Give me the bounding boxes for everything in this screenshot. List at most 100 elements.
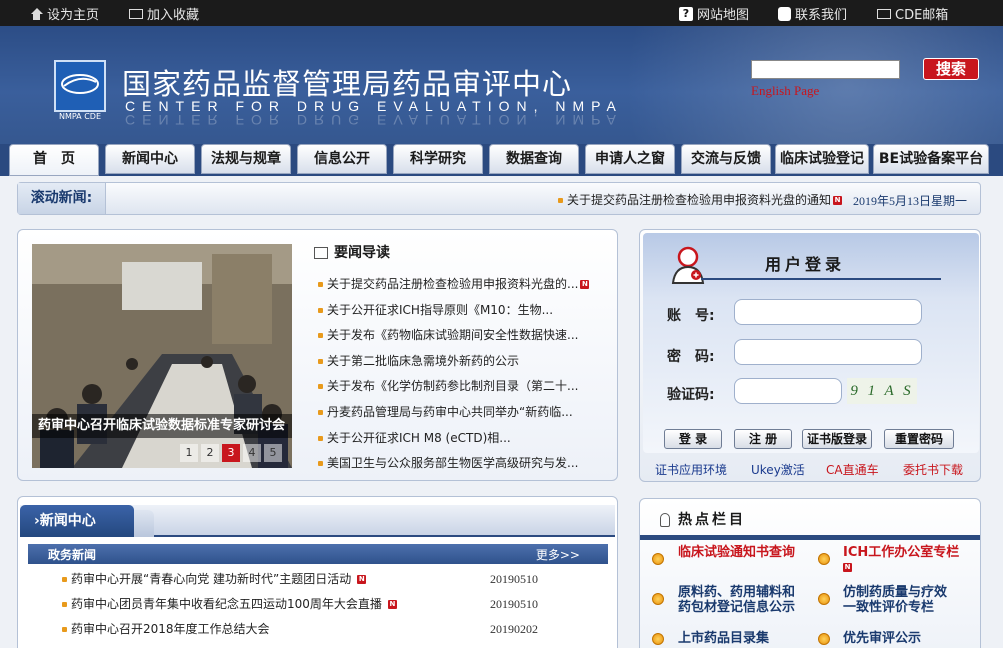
ukey-activate-link[interactable]: Ukey激活	[751, 461, 805, 478]
list-item[interactable]: 关于发布《化学仿制药参比制剂目录（第二十...	[318, 374, 608, 400]
list-item[interactable]: 关于公开征求ICH M8 (eCTD)相...	[318, 426, 608, 452]
coin-icon	[652, 553, 664, 565]
new-badge-icon: N	[843, 563, 852, 572]
nav-tab-regulations[interactable]: 法规与规章	[201, 144, 291, 174]
new-badge-icon: N	[357, 575, 367, 584]
nav-tab-feedback[interactable]: 交流与反馈	[681, 144, 771, 174]
nav-tab-info-disclosure[interactable]: 信息公开	[297, 144, 387, 174]
home-icon	[30, 7, 43, 20]
bullet-icon	[318, 333, 323, 339]
proxy-download-link[interactable]: 委托书下载	[903, 461, 963, 478]
captcha-image[interactable]: 9 1 A S	[847, 378, 917, 404]
coin-icon	[818, 593, 830, 605]
table-row[interactable]: 药审中心开展“青春心向党 建功新时代”主题团日活动 N 20190510	[62, 567, 542, 592]
api-registration-link[interactable]: 原料药、药用辅料和药包材登记信息公示	[678, 585, 804, 615]
bullet-icon	[318, 384, 323, 390]
nav-tab-clinical-trial[interactable]: 临床试验登记	[775, 144, 869, 174]
set-home-link[interactable]: 设为主页	[30, 4, 99, 23]
mail-icon	[877, 8, 891, 19]
envelope-icon	[129, 8, 143, 19]
headline-list: 关于提交药品注册检查检验用申报资料光盘的... N 关于公开征求ICH指导原则《M…	[318, 272, 608, 477]
login-divider	[701, 278, 941, 280]
picture-icon	[314, 247, 328, 259]
search-button[interactable]: 搜索	[923, 58, 979, 80]
cert-env-link[interactable]: 证书应用环境	[655, 461, 727, 478]
top-bar: 设为主页 加入收藏 ? 网站地图 联系我们 CDE邮箱	[0, 0, 1003, 26]
bullet-icon	[62, 627, 67, 632]
listed-drugs-catalog-link[interactable]: 上市药品目录集	[678, 631, 769, 646]
phone-icon	[778, 6, 791, 21]
account-label: 账 号:	[667, 308, 715, 324]
carousel-page-5[interactable]: 5	[264, 444, 282, 462]
reset-password-button[interactable]: 重置密码	[884, 429, 954, 449]
logo-caption: NMPA CDE	[58, 112, 101, 121]
news-center-panel: ›新闻中心 政务新闻 更多>> 药审中心开展“青春心向党 建功新时代”主题团日活…	[17, 496, 618, 648]
more-link[interactable]: 更多>>	[536, 546, 580, 563]
main-nav: 首 页 新闻中心 法规与规章 信息公开 科学研究 数据查询 申请人之窗 交流与反…	[0, 144, 1003, 176]
nav-tab-applicant[interactable]: 申请人之窗	[585, 144, 675, 174]
certificate-login-button[interactable]: 证书版登录	[802, 429, 872, 449]
photo-caption[interactable]: 药审中心召开临床试验数据标准专家研讨会	[32, 414, 292, 438]
register-button[interactable]: 注 册	[734, 429, 792, 449]
english-page-link[interactable]: English Page	[751, 83, 819, 99]
bullet-icon	[318, 358, 323, 364]
list-item[interactable]: 关于提交药品注册检查检验用申报资料光盘的... N	[318, 272, 608, 298]
list-item[interactable]: 关于第二批临床急需境外新药的公示	[318, 349, 608, 375]
bullet-icon	[62, 577, 67, 582]
coin-icon	[818, 553, 830, 565]
nav-tab-data-query[interactable]: 数据查询	[489, 144, 579, 174]
password-input[interactable]	[734, 339, 922, 365]
list-item[interactable]: 丹麦药品管理局与药审中心共同举办“新药临...	[318, 400, 608, 426]
table-row[interactable]: 药审中心团员青年集中收看纪念五四运动100周年大会直播 N 20190510	[62, 592, 542, 617]
logo-emblem-icon	[61, 74, 99, 94]
list-item[interactable]: 关于公开征求ICH指导原则《M10：生物...	[318, 298, 608, 324]
priority-review-link[interactable]: 优先审评公示	[843, 631, 921, 646]
tab-shadow	[134, 510, 154, 537]
list-item[interactable]: 关于发布《药物临床试验期间安全性数据快速...	[318, 323, 608, 349]
lightbulb-icon	[660, 513, 670, 527]
carousel-page-3[interactable]: 3	[222, 444, 240, 462]
table-row[interactable]: 药审中心召开2018年度工作总结大会 20190202	[62, 617, 542, 642]
ich-office-link[interactable]: ICH工作办公室专栏 N	[843, 545, 959, 575]
hot-topics-title: 热点栏目	[660, 509, 746, 529]
site-title-cn: 国家药品监督管理局药品审评中心	[122, 67, 573, 101]
news-center-tabbar: ›新闻中心	[20, 505, 615, 537]
generic-consistency-link[interactable]: 仿制药质量与疗效一致性评价专栏	[843, 585, 955, 615]
new-badge-icon: N	[833, 196, 843, 205]
government-news-bar: 政务新闻 更多>>	[28, 544, 608, 564]
login-title: 用户登录	[765, 255, 846, 274]
question-icon: ?	[679, 6, 693, 21]
nav-tab-home[interactable]: 首 页	[9, 144, 99, 176]
site-header: NMPA CDE 国家药品监督管理局药品审评中心 CENTER FOR DRUG…	[0, 26, 1003, 146]
carousel-page-1[interactable]: 1	[180, 444, 198, 462]
list-item[interactable]: 美国卫生与公众服务部生物医学高级研究与发...	[318, 451, 608, 477]
site-map-link[interactable]: ? 网站地图	[679, 4, 749, 23]
search-input[interactable]	[751, 60, 900, 79]
site-title-en-reflection: CENTER FOR DRUG EVALUATION, NMPA	[125, 112, 623, 128]
bullet-icon	[318, 461, 323, 467]
nav-tab-research[interactable]: 科学研究	[393, 144, 483, 174]
account-input[interactable]	[734, 299, 922, 325]
cde-mail-link[interactable]: CDE邮箱	[877, 4, 948, 23]
ticker-news-link[interactable]: 关于提交药品注册检查检验用申报资料光盘的通知 N	[558, 191, 843, 208]
contact-link[interactable]: 联系我们	[778, 4, 847, 23]
carousel-pager: 1 2 3 4 5	[180, 444, 282, 462]
add-favorite-link[interactable]: 加入收藏	[129, 4, 199, 23]
carousel-page-2[interactable]: 2	[201, 444, 219, 462]
tab-news-center[interactable]: ›新闻中心	[20, 505, 134, 537]
bullet-icon	[62, 602, 67, 607]
login-button[interactable]: 登 录	[664, 429, 722, 449]
carousel-page-4[interactable]: 4	[243, 444, 261, 462]
site-logo[interactable]	[54, 60, 106, 112]
bullet-icon	[318, 409, 323, 415]
hot-topics-divider	[640, 535, 980, 540]
captcha-input[interactable]	[734, 378, 842, 404]
bullet-icon	[318, 282, 323, 287]
news-ticker: 滚动新闻: 关于提交药品注册检查检验用申报资料光盘的通知 N 2019年5月13日…	[17, 182, 981, 215]
clinical-notice-query-link[interactable]: 临床试验通知书查询	[678, 545, 795, 560]
news-photo-carousel[interactable]: 药审中心召开临床试验数据标准专家研讨会 1 2 3 4 5	[32, 244, 292, 468]
nav-tab-be-platform[interactable]: BE试验备案平台	[873, 144, 989, 174]
bullet-icon	[558, 198, 563, 203]
ca-direct-link[interactable]: CA直通车	[826, 461, 879, 478]
nav-tab-news[interactable]: 新闻中心	[105, 144, 195, 174]
